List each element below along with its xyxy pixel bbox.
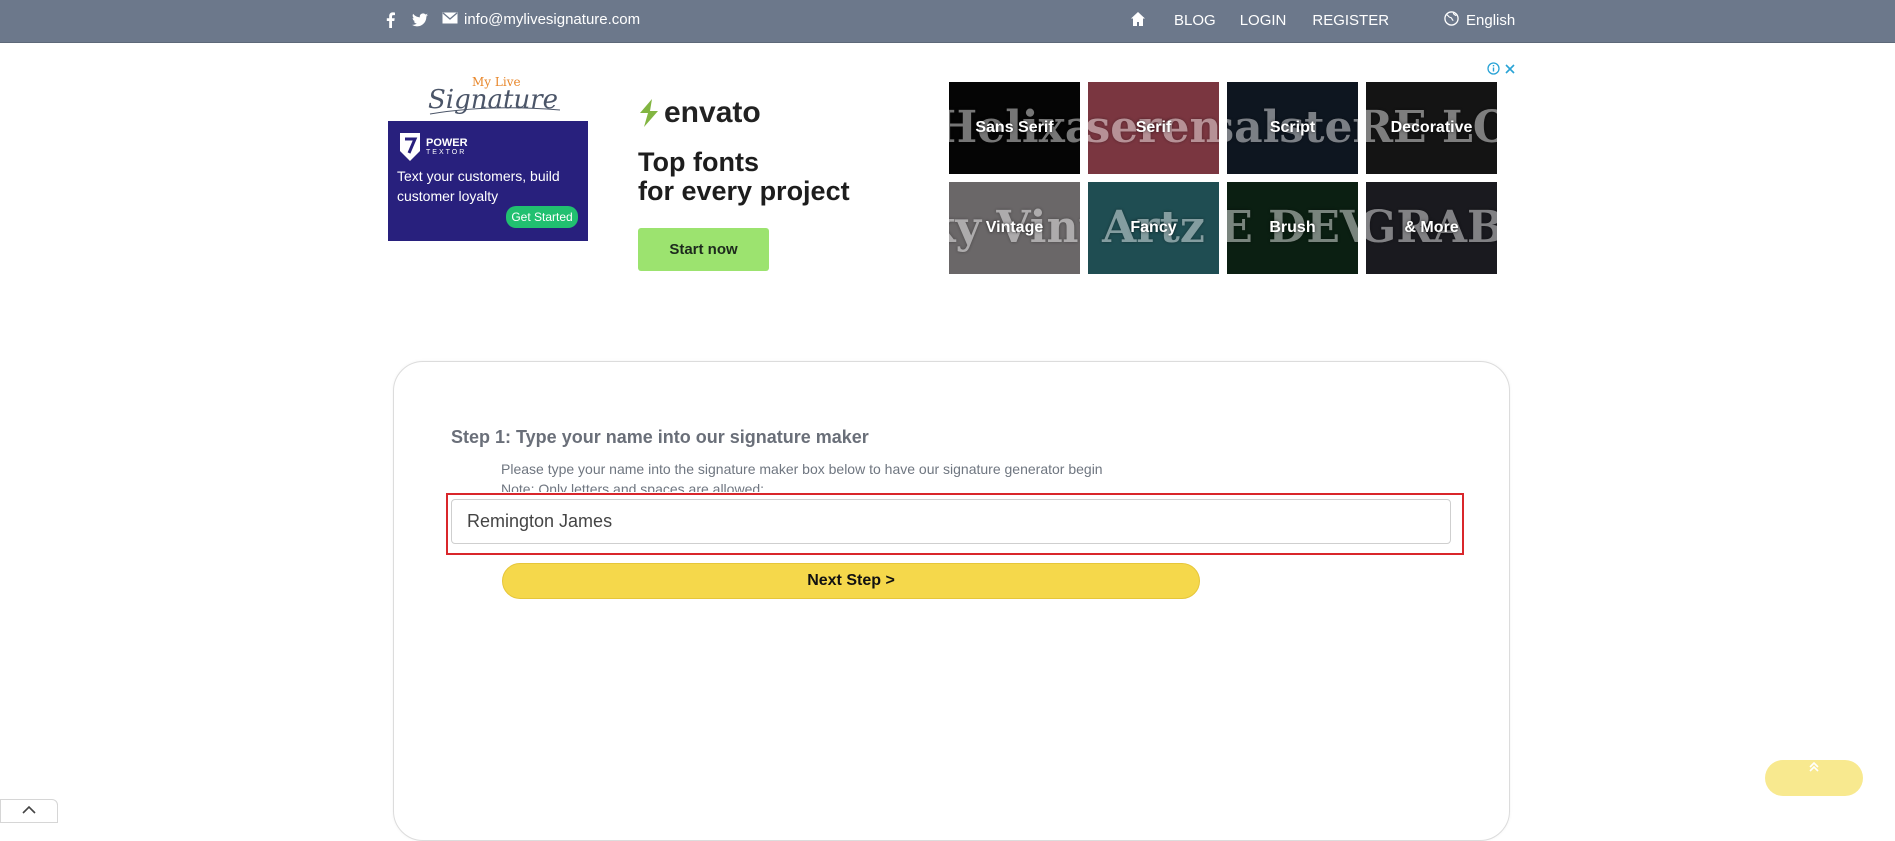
collapse-toggle-button[interactable]	[0, 799, 58, 823]
font-category-tiles: HelixaSans SerifserenSerifsalsterScriptP…	[949, 82, 1498, 274]
top-nav: BLOG LOGIN REGISTER	[1130, 11, 1389, 29]
envato-leaf-icon	[640, 99, 658, 127]
font-tile[interactable]: Helixa Sans Serif	[949, 82, 1080, 174]
mail-icon	[442, 11, 458, 28]
email-link[interactable]: info@mylivesignature.com	[442, 11, 640, 28]
envato-headline-line2: for every project	[638, 176, 850, 206]
ad-text: Text your customers, build customer loya…	[397, 168, 560, 204]
font-tile-label: Fancy	[1130, 219, 1177, 236]
power-textor-ad[interactable]: POWER TEXTOR Text your customers, build …	[388, 121, 588, 241]
top-bar: info@mylivesignature.com BLOG LOGIN REGI…	[0, 0, 1895, 43]
nav-register-link[interactable]: REGISTER	[1312, 12, 1389, 29]
font-tile[interactable]: salsterScript	[1227, 82, 1358, 174]
ad-info-icon[interactable]	[1487, 62, 1500, 78]
ad-close-icon[interactable]	[1504, 62, 1516, 78]
font-tile[interactable]: seren Serif	[1088, 82, 1219, 174]
language-selector[interactable]: English	[1444, 11, 1515, 30]
font-tile[interactable]: GRAB & More	[1366, 182, 1497, 274]
email-text: info@mylivesignature.com	[464, 11, 641, 28]
envato-logo: envato	[638, 96, 850, 130]
twitter-icon[interactable]	[412, 12, 428, 28]
ad-choices[interactable]	[1487, 62, 1516, 78]
ad-brand-name: POWER	[426, 136, 468, 149]
nav-login-link[interactable]: LOGIN	[1240, 12, 1287, 29]
envato-logo-text: envato	[664, 96, 761, 129]
font-tile-label: Decorative	[1390, 119, 1473, 136]
site-logo[interactable]: My Live Signature	[420, 70, 565, 122]
envato-headline: Top fonts for every project	[638, 148, 850, 206]
step1-title: Step 1: Type your name into our signatur…	[451, 427, 869, 447]
name-input[interactable]	[451, 499, 1451, 544]
home-icon[interactable]	[1130, 11, 1148, 29]
power-textor-logo-icon	[400, 133, 420, 161]
font-tile-label: Vintage	[985, 219, 1044, 236]
globe-icon	[1444, 11, 1459, 30]
font-tile[interactable]: LOVE DEVINEBrush	[1227, 182, 1358, 274]
logo-line2: Signature	[428, 85, 558, 115]
font-tile-label: & More	[1404, 219, 1459, 236]
font-tile-label: Script	[1269, 119, 1316, 136]
ad-brand: POWER TEXTOR	[398, 131, 468, 163]
step1-description: Please type your name into the signature…	[501, 461, 1103, 477]
scroll-to-top-button[interactable]	[1765, 760, 1863, 796]
font-tile[interactable]: Artz Fancy	[1088, 182, 1219, 274]
social-links: info@mylivesignature.com	[382, 11, 640, 28]
language-label: English	[1466, 12, 1516, 29]
facebook-icon[interactable]	[382, 11, 398, 28]
nav-blog-link[interactable]: BLOG	[1174, 12, 1216, 29]
envato-ad[interactable]: envato Top fonts for every project Start…	[638, 96, 850, 271]
font-tile-label: Brush	[1269, 219, 1316, 236]
step1-note: Note: Only letters and spaces are allowe…	[501, 481, 765, 492]
font-tile-label: Sans Serif	[975, 119, 1054, 136]
chevron-up-icon	[21, 802, 37, 820]
envato-start-now-button[interactable]: Start now	[638, 228, 769, 271]
chevron-up-icon	[1807, 760, 1821, 796]
ad-get-started-button[interactable]: Get Started	[506, 206, 578, 228]
font-tile[interactable]: PURE LOVEDecorative	[1366, 82, 1497, 174]
envato-headline-line1: Top fonts	[638, 147, 759, 177]
ad-brand-sub: TEXTOR	[426, 148, 467, 156]
next-step-button[interactable]: Next Step >	[502, 563, 1200, 599]
font-tile-label: Serif	[1135, 119, 1172, 136]
font-tile[interactable]: Milky VintageVintage	[949, 182, 1080, 274]
